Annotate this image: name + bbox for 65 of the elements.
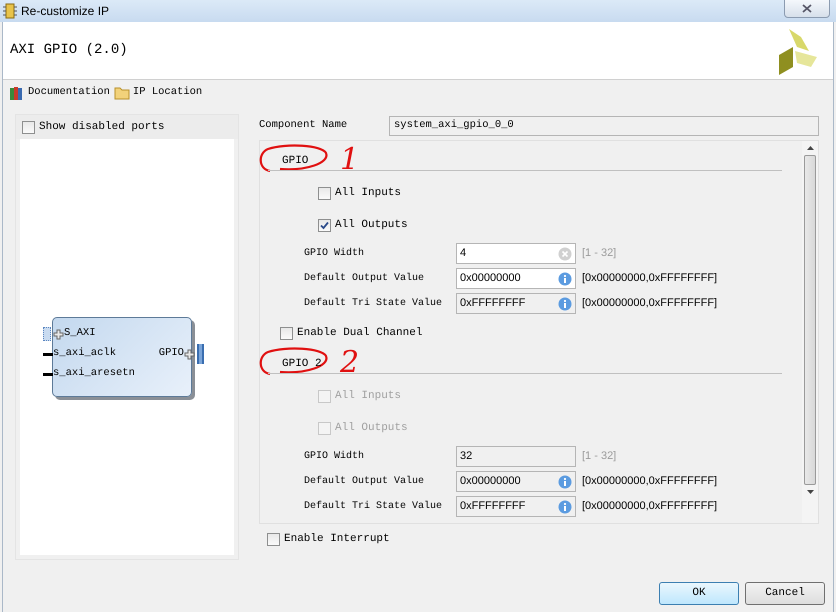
checkbox-label: All Inputs — [335, 186, 402, 201]
port-label: s_axi_aclk — [53, 346, 116, 362]
dialog-button[interactable]: OK — [659, 582, 739, 604]
handwritten-annotation: 2 — [340, 348, 360, 378]
checkbox[interactable] — [267, 532, 280, 546]
bus-pin — [43, 327, 51, 341]
clear-icon[interactable] — [558, 246, 572, 260]
group-title: GPIO — [268, 152, 308, 171]
field-label: Component Name — [259, 118, 348, 134]
checkbox-label: All Inputs — [335, 388, 402, 404]
checkbox-label: All Outputs — [335, 420, 408, 436]
input-field[interactable]: 0xFFFFFFFF — [456, 293, 576, 314]
field-label: GPIO Width — [304, 246, 366, 261]
books-icon — [9, 86, 25, 100]
field-label: Default Tri State Value — [304, 500, 444, 514]
checkbox[interactable] — [22, 120, 35, 134]
dialog-button[interactable]: Cancel — [745, 582, 825, 604]
checkbox[interactable] — [318, 186, 331, 200]
plus-icon[interactable] — [53, 328, 64, 340]
checkmark-icon — [320, 220, 329, 230]
port-label: GPIO — [158, 346, 184, 362]
field-label: Default Output Value — [304, 272, 426, 286]
range-hint: [0x00000000,0xFFFFFFFF] — [582, 499, 718, 514]
field-label: Default Tri State Value — [304, 296, 444, 311]
input-field[interactable]: 4 — [456, 243, 576, 264]
scrollbar-thumb[interactable] — [804, 155, 816, 485]
close-icon — [802, 4, 812, 13]
input-field[interactable]: system_axi_gpio_0_0 — [389, 116, 819, 136]
handwritten-annotation: 1 — [340, 145, 360, 175]
group-title: GPIO 2 — [268, 356, 322, 374]
window-title: Re-customize IP — [21, 3, 110, 20]
checkbox[interactable] — [318, 218, 331, 232]
field-label: Default Output Value — [304, 474, 426, 489]
info-icon[interactable] — [558, 272, 572, 286]
input-field[interactable]: 0x00000000 — [456, 268, 576, 289]
field-label: GPIO Width — [304, 450, 366, 464]
checkbox-label: Enable Interrupt — [284, 532, 390, 547]
toolbar-link[interactable]: IP Location — [114, 85, 202, 101]
range-hint: [1 - 32] — [582, 449, 616, 464]
wire-pin — [43, 352, 53, 356]
scrollbar[interactable] — [802, 141, 818, 523]
ip-title: AXI GPIO (2.0) — [10, 41, 128, 60]
port-label: S_AXI — [64, 326, 96, 342]
input-field[interactable]: 0xFFFFFFFF — [456, 496, 576, 517]
checkbox-label: All Outputs — [335, 218, 408, 233]
input-field[interactable]: 0x00000000 — [456, 471, 576, 492]
port-label: s_axi_aresetn — [53, 366, 135, 382]
range-hint: [1 - 32] — [582, 246, 616, 262]
close-button[interactable] — [784, 0, 830, 18]
folder-icon — [114, 86, 130, 100]
checkbox[interactable] — [280, 326, 293, 340]
info-icon[interactable] — [558, 500, 572, 514]
info-icon[interactable] — [558, 474, 572, 488]
plus-icon[interactable] — [184, 348, 195, 360]
input-field[interactable]: 32 — [456, 446, 576, 467]
checkbox-label: Enable Dual Channel — [297, 326, 422, 341]
chip-icon — [3, 3, 17, 19]
info-icon[interactable] — [558, 296, 572, 310]
bus-pin — [197, 344, 204, 364]
wire-pin — [43, 372, 53, 376]
toolbar-link[interactable]: Documentation — [9, 85, 110, 101]
range-hint: [0x00000000,0xFFFFFFFF] — [582, 296, 718, 312]
range-hint: [0x00000000,0xFFFFFFFF] — [582, 474, 718, 490]
checkbox-label: Show disabled ports — [39, 120, 164, 135]
range-hint: [0x00000000,0xFFFFFFFF] — [582, 271, 718, 286]
